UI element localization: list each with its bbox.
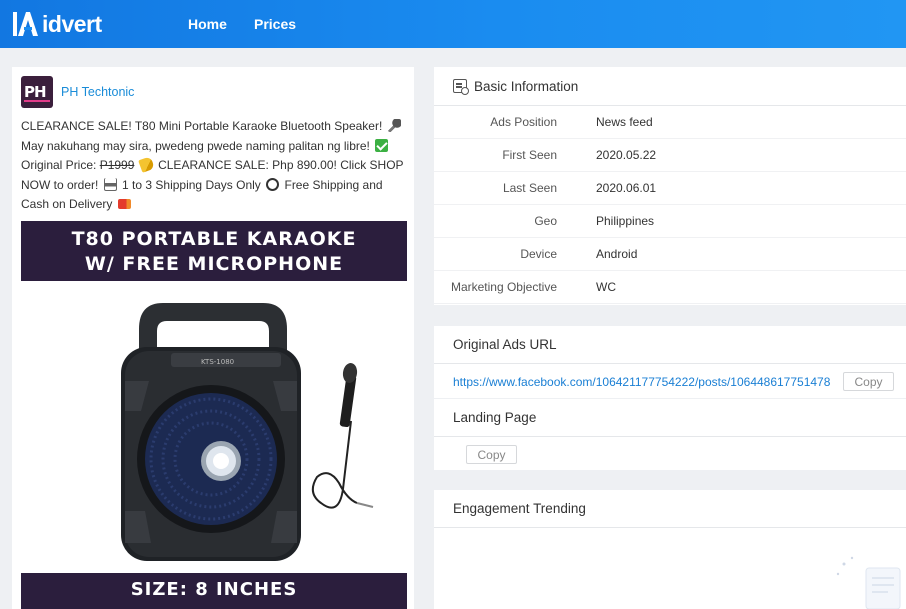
ad-preview-card: PH PH Techtonic CLEARANCE SALE! T80 Mini…	[12, 67, 414, 609]
info-row-ads-position: Ads Position News feed	[434, 106, 906, 139]
advertiser-name-link[interactable]: PH Techtonic	[61, 85, 134, 99]
info-row-device: Device Android	[434, 238, 906, 271]
price-tag-emoji-icon	[137, 156, 155, 173]
info-row-marketing-objective: Marketing Objective WC	[434, 271, 906, 304]
engagement-trending-header: Engagement Trending	[434, 490, 906, 528]
creative-bottom-banner: SIZE: 8 INCHES	[21, 573, 407, 609]
delivery-truck-emoji-icon	[117, 199, 131, 209]
basic-information-header: Basic Information	[434, 67, 906, 106]
info-row-first-seen: First Seen 2020.05.22	[434, 139, 906, 172]
logo-mark-icon	[12, 9, 40, 39]
info-row-geo: Geo Philippines	[434, 205, 906, 238]
advertiser-avatar[interactable]: PH	[21, 76, 53, 108]
original-ads-url-panel: Original Ads URL https://www.facebook.co…	[434, 326, 906, 398]
brand-logo[interactable]: idvert	[12, 8, 102, 40]
brand-name: idvert	[42, 10, 102, 37]
creative-top-banner: T80 PORTABLE KARAOKE W/ FREE MICROPHONE	[21, 221, 407, 281]
copy-original-url-button[interactable]: Copy	[843, 372, 894, 391]
empty-chart-illustration-icon	[836, 556, 901, 609]
microphone-emoji-icon	[387, 119, 401, 132]
nav-prices-link[interactable]: Prices	[254, 0, 296, 48]
info-row-last-seen: Last Seen 2020.06.01	[434, 172, 906, 205]
ad-creative-image[interactable]: T80 PORTABLE KARAOKE W/ FREE MICROPHONE …	[21, 221, 407, 609]
svg-text:KTS-1080: KTS-1080	[201, 358, 234, 366]
basic-information-panel: Basic Information Ads Position News feed…	[434, 67, 906, 305]
top-navbar: idvert Home Prices	[0, 0, 906, 48]
landing-page-url-row: Copy	[434, 438, 906, 471]
landing-page-panel: Landing Page Copy	[434, 399, 906, 470]
original-ads-url-header: Original Ads URL	[434, 326, 906, 364]
document-search-icon	[453, 79, 469, 95]
speaker-product-illustration: KTS-1080	[121, 303, 374, 561]
copy-landing-url-button[interactable]: Copy	[466, 445, 517, 464]
shopping-cart-emoji-icon	[103, 177, 117, 191]
check-mark-emoji-icon	[375, 138, 389, 152]
original-ads-url-link[interactable]: https://www.facebook.com/106421177754222…	[453, 375, 830, 389]
watch-emoji-icon	[266, 177, 280, 191]
nav-home-link[interactable]: Home	[188, 0, 227, 48]
landing-page-header: Landing Page	[434, 399, 906, 437]
ad-copy-text: CLEARANCE SALE! T80 Mini Portable Karaok…	[21, 119, 404, 211]
original-ads-url-row: https://www.facebook.com/106421177754222…	[434, 365, 906, 398]
